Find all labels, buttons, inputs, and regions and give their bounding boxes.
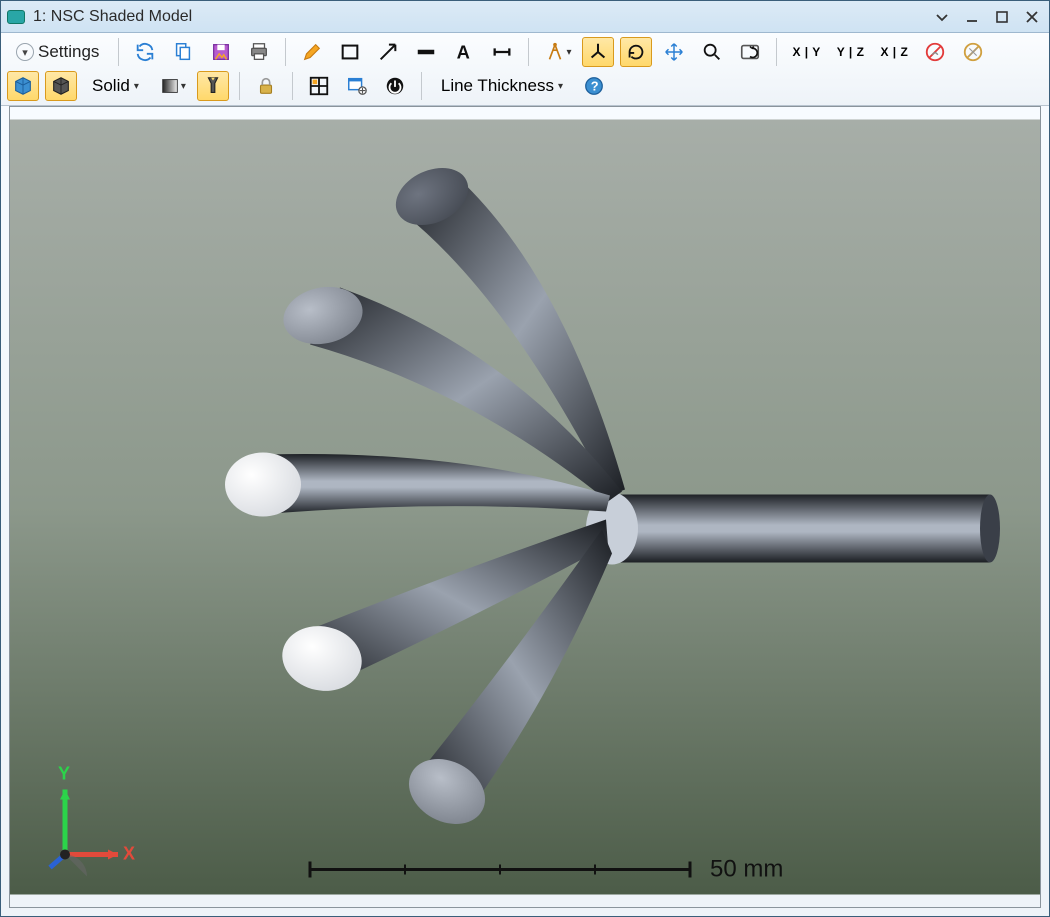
rotate-cw-icon[interactable]: [620, 37, 652, 67]
text-a-icon[interactable]: A: [448, 37, 480, 67]
help-icon[interactable]: ?: [578, 71, 610, 101]
copy-button[interactable]: [167, 37, 199, 67]
svg-text:A: A: [457, 41, 470, 62]
settings-button[interactable]: ▾ Settings: [7, 37, 108, 67]
grid-4-icon[interactable]: [303, 71, 335, 101]
caret-down-icon: ▾: [134, 81, 139, 92]
view-xz-label: X | Z: [880, 45, 908, 59]
dropdown-icon[interactable]: [931, 6, 953, 28]
power-icon[interactable]: [379, 71, 411, 101]
print-button[interactable]: [243, 37, 275, 67]
view-xy-label: X | Y: [792, 45, 820, 59]
view-xy-button[interactable]: X | Y: [787, 37, 825, 67]
line-thickness-label: Line Thickness: [441, 76, 554, 96]
svg-text:?: ?: [591, 79, 599, 94]
minimize-icon[interactable]: [961, 6, 983, 28]
chevron-down-icon: ▾: [16, 43, 34, 61]
rectangle-icon[interactable]: [334, 37, 366, 67]
pencil-icon[interactable]: [296, 37, 328, 67]
disable-tool-2-icon[interactable]: [957, 37, 989, 67]
axis-y-label: Y: [58, 764, 70, 784]
line-thickness-dropdown[interactable]: Line Thickness ▾: [432, 71, 572, 101]
settings-label: Settings: [38, 42, 99, 62]
window-title: 1: NSC Shaded Model: [33, 8, 192, 26]
view-xz-button[interactable]: X | Z: [875, 37, 913, 67]
axis-tripod-icon[interactable]: [582, 37, 614, 67]
move-icon[interactable]: [658, 37, 690, 67]
zoom-icon[interactable]: [696, 37, 728, 67]
refresh-button[interactable]: [129, 37, 161, 67]
save-button[interactable]: [205, 37, 237, 67]
titlebar: 1: NSC Shaded Model: [1, 1, 1049, 33]
cube-shaded-icon[interactable]: [7, 71, 39, 101]
compass-icon[interactable]: ▾: [539, 37, 576, 67]
disable-tool-1-icon[interactable]: [919, 37, 951, 67]
app-icon: [7, 10, 25, 24]
toolbar-row-2: Solid ▾ ▾ Line Thickness ▾ ?: [7, 71, 1043, 101]
close-icon[interactable]: [1021, 6, 1043, 28]
measure-icon[interactable]: [486, 37, 518, 67]
viewport-container: Y X 50 mm: [1, 106, 1049, 916]
fit-view-icon[interactable]: [734, 37, 766, 67]
toolbar-area: ▾ Settings A ▾ X | Y Y | Z X: [1, 33, 1049, 106]
render-style-label: Solid: [92, 76, 130, 96]
window-config-icon[interactable]: [341, 71, 373, 101]
axis-x-label: X: [123, 844, 135, 864]
window: 1: NSC Shaded Model ▾ Settings A: [0, 0, 1050, 917]
gradient-swatch-icon[interactable]: ▾: [154, 71, 191, 101]
maximize-icon[interactable]: [991, 6, 1013, 28]
caret-down-icon: ▾: [558, 81, 563, 92]
arrow-icon[interactable]: [372, 37, 404, 67]
line-thick-icon[interactable]: [410, 37, 442, 67]
cube-solid-icon[interactable]: [45, 71, 77, 101]
scale-label: 50 mm: [710, 856, 783, 883]
view-yz-label: Y | Z: [837, 45, 865, 59]
flashlight-icon[interactable]: [197, 71, 229, 101]
toolbar-row-1: ▾ Settings A ▾ X | Y Y | Z X: [7, 37, 1043, 67]
viewport-3d[interactable]: Y X 50 mm: [9, 106, 1041, 908]
lock-icon[interactable]: [250, 71, 282, 101]
view-yz-button[interactable]: Y | Z: [832, 37, 870, 67]
render-style-dropdown[interactable]: Solid ▾: [83, 71, 148, 101]
